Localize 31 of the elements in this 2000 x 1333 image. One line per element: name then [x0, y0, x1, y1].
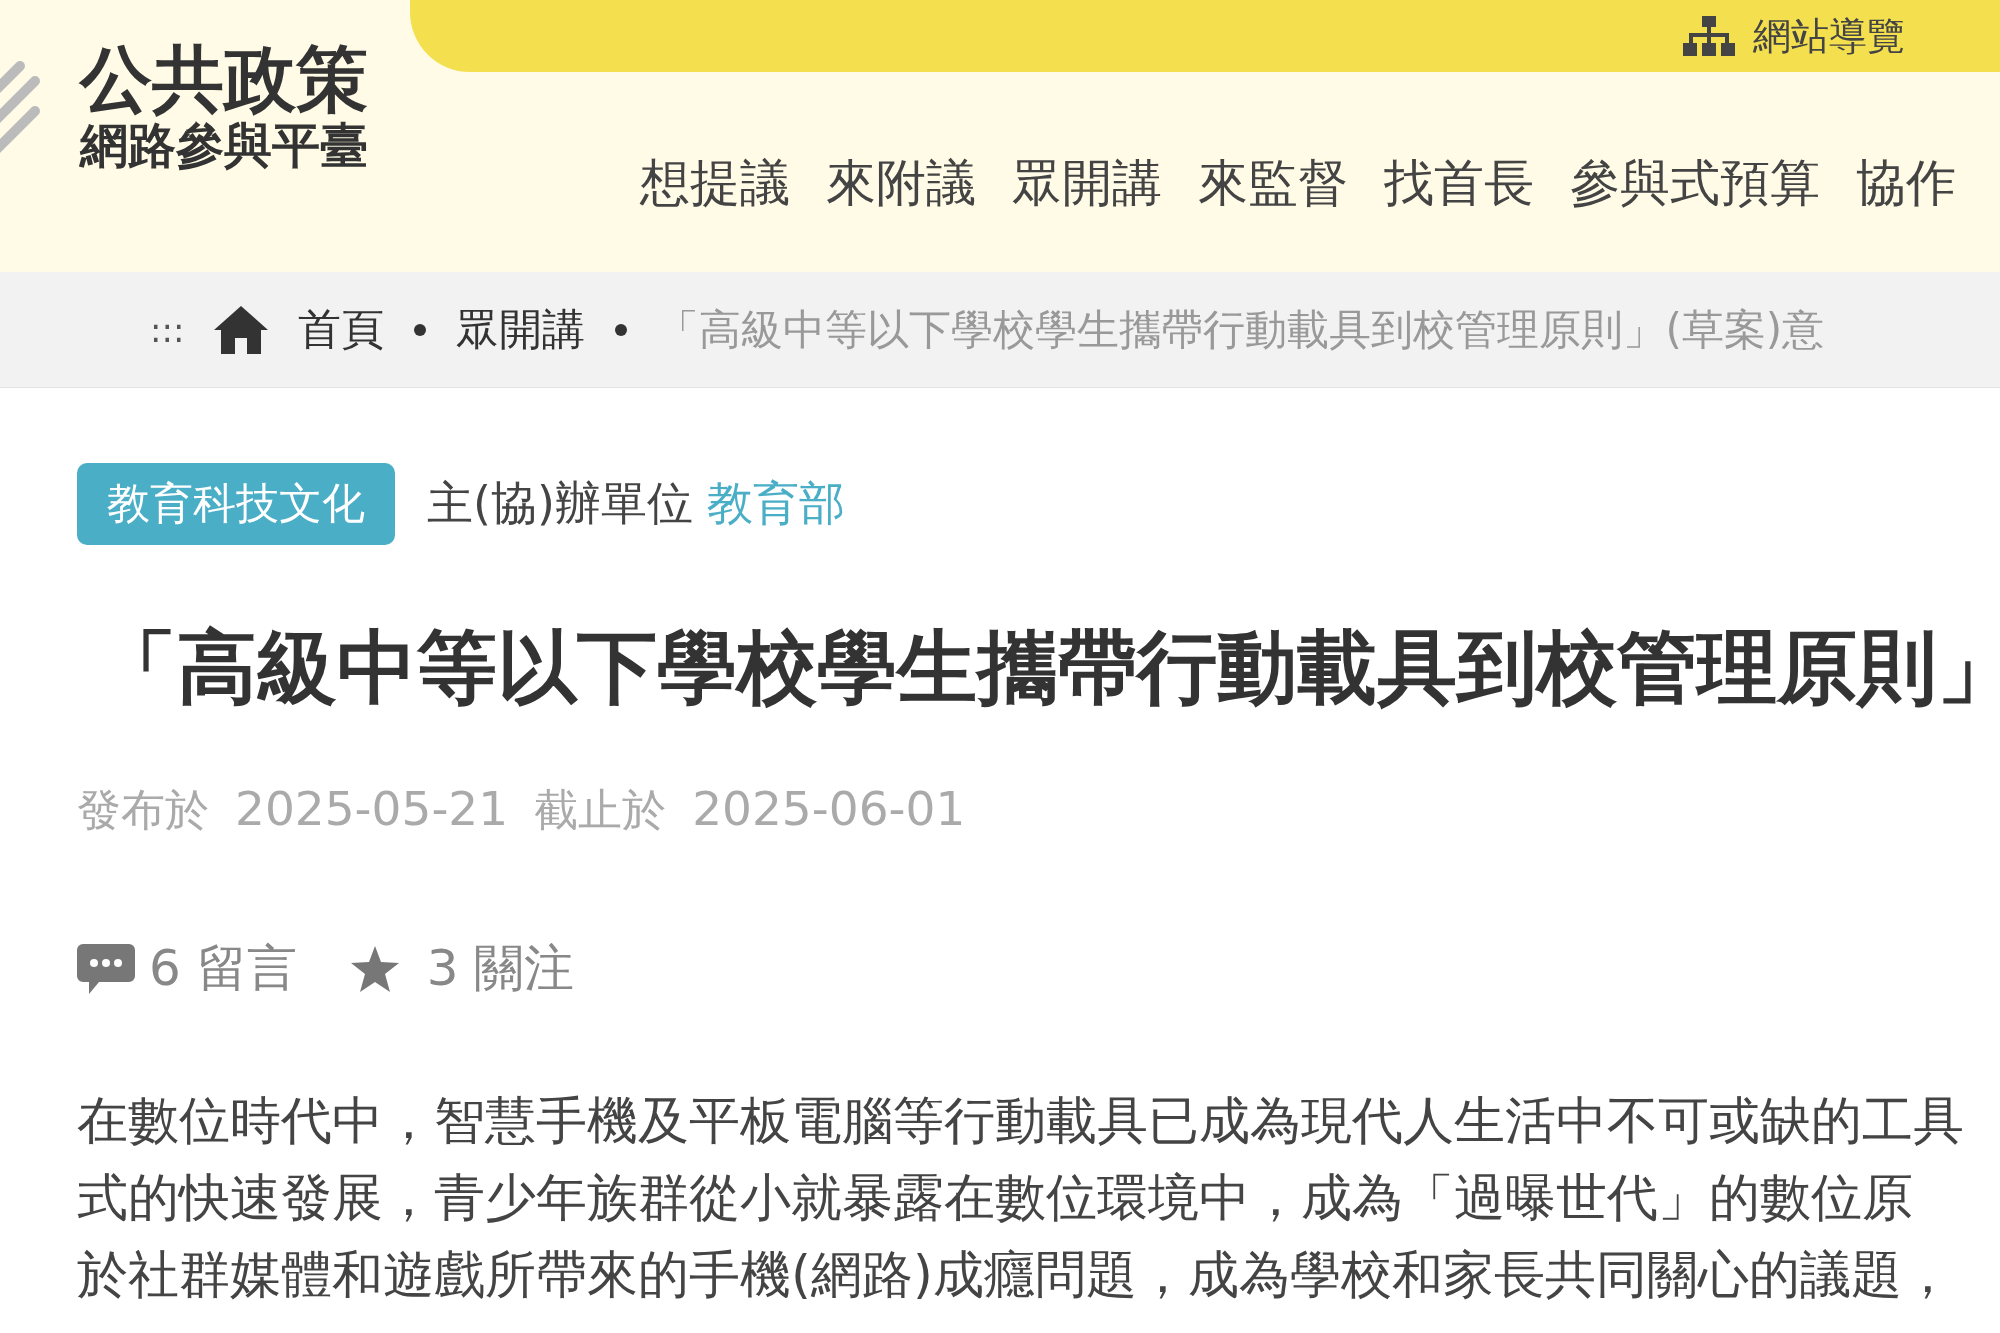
published-date: 2025-05-21: [235, 781, 509, 836]
nav-link[interactable]: 參與式預算: [1570, 150, 1820, 217]
breadcrumb-current: 「高級中等以下學校學生攜帶行動載具到校管理原則」(草案)意: [657, 303, 1825, 356]
paragraph-line: 在數位時代中，智慧手機及平板電腦等行動載具已成為現代人生活中不可或缺的工具: [77, 1090, 1965, 1152]
skip-link[interactable]: :::: [150, 309, 185, 350]
nav-link[interactable]: 想提議: [640, 150, 790, 217]
article-title: 「高級中等以下學校學生攜帶行動載具到校管理原則」: [97, 620, 2000, 716]
organizer-label: 主(協)辦單位: [427, 475, 693, 532]
separator-dot-icon: [615, 323, 628, 336]
nav-link[interactable]: 來附議: [826, 150, 976, 217]
nav-link[interactable]: 來監督: [1198, 150, 1348, 217]
breadcrumb-link[interactable]: 首頁: [298, 300, 385, 359]
nav-link[interactable]: 眾開講: [1012, 150, 1162, 217]
paragraph-line: 於社群媒體和遊戲所帶來的手機(網路)成癮問題，成為學校和家長共同關心的議題，: [77, 1244, 1954, 1306]
home-icon: [214, 305, 269, 354]
comment-count: 6 留言: [149, 938, 297, 999]
sitemap-link[interactable]: 網站導覽: [1753, 10, 1905, 62]
star-icon: [350, 945, 399, 992]
separator-dot-icon: [414, 323, 427, 336]
deadline-date: 2025-06-01: [692, 781, 966, 836]
breadcrumb-link[interactable]: 眾開講: [456, 300, 586, 359]
comment-icon: [77, 943, 135, 994]
published-label: 發布於: [77, 783, 209, 837]
nav-link[interactable]: 協作: [1856, 150, 1956, 217]
deadline-label: 截止於: [534, 783, 667, 837]
logo-subtitle: 網路參與平臺: [80, 119, 368, 172]
logo-title: 公共政策: [80, 40, 368, 120]
follow-count: 3 關注: [426, 938, 575, 999]
paragraph-line: 式的快速發展，青少年族群從小就暴露在數位環境中，成為「過曝世代」的數位原: [77, 1167, 1914, 1229]
sitemap-icon: [1683, 16, 1735, 56]
nav-link[interactable]: 找首長: [1384, 150, 1534, 217]
